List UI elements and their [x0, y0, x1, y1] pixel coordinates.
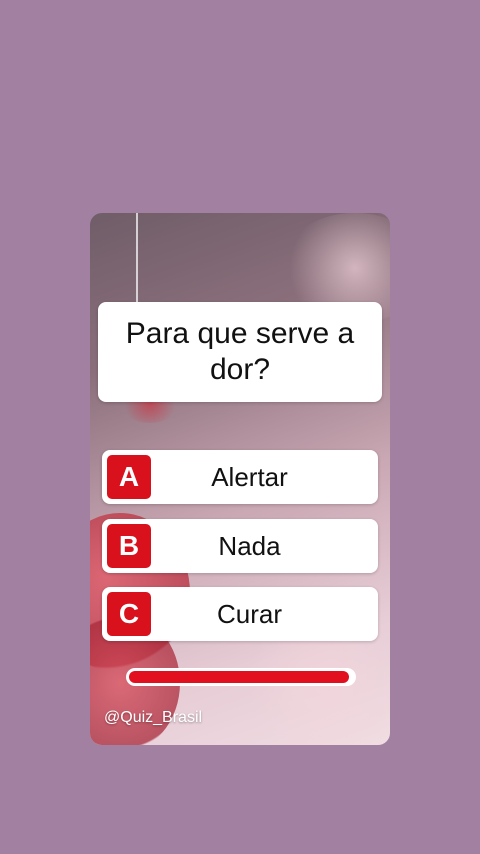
- answer-option-b[interactable]: B Nada: [102, 519, 378, 573]
- quiz-card: Para que serve a dor? A Alertar B Nada C…: [90, 213, 390, 745]
- answer-label: Alertar: [211, 461, 288, 492]
- question-text: Para que serve a dor?: [125, 317, 355, 386]
- watermark-handle: @Quiz_Brasil: [104, 709, 203, 726]
- answer-option-a[interactable]: A Alertar: [102, 450, 378, 504]
- answer-letter-badge: B: [107, 524, 151, 568]
- answer-label: Nada: [218, 530, 281, 561]
- answer-letter-badge: C: [107, 592, 151, 636]
- question-box: Para que serve a dor?: [98, 302, 382, 402]
- timer-bar: [126, 668, 356, 686]
- hanging-string-decoration: [136, 213, 138, 303]
- timer-bar-fill: [129, 671, 349, 683]
- answer-label: Curar: [216, 598, 282, 629]
- answer-option-c[interactable]: C Curar: [102, 587, 378, 641]
- answer-letter-badge: A: [107, 455, 151, 499]
